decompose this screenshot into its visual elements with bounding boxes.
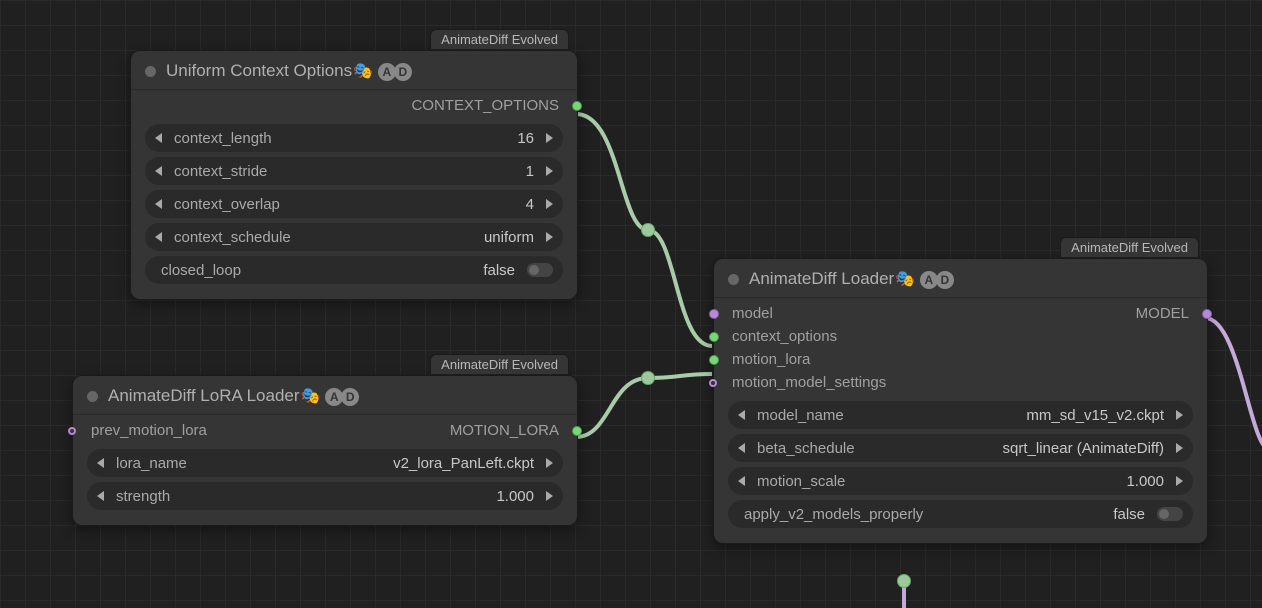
chevron-left-icon[interactable] (97, 458, 104, 468)
input-context-options[interactable]: context_options (714, 325, 1207, 348)
port-dot-icon[interactable] (1202, 309, 1212, 319)
masks-icon: 🎭 (353, 63, 373, 80)
port-dot-icon[interactable] (68, 427, 76, 435)
port-dot-icon[interactable] (572, 426, 582, 436)
node-header[interactable]: AnimateDiff Loader🎭 AD (714, 259, 1207, 297)
masks-icon: 🎭 (895, 271, 915, 288)
port-dot-icon[interactable] (709, 355, 719, 365)
widget-model-name[interactable]: model_name mm_sd_v15_v2.ckpt (728, 401, 1193, 429)
node-category-tag: AnimateDiff Evolved (430, 29, 569, 49)
reroute-dot[interactable] (897, 574, 911, 588)
chevron-right-icon[interactable] (546, 232, 553, 242)
ad-badge-icon: AD (327, 388, 359, 406)
masks-icon: 🎭 (301, 388, 321, 405)
node-header[interactable]: Uniform Context Options🎭 AD (131, 51, 577, 89)
reroute-dot[interactable] (641, 371, 655, 385)
node-header[interactable]: AnimateDiff LoRA Loader🎭 AD (73, 376, 577, 414)
chevron-right-icon[interactable] (1176, 476, 1183, 486)
reroute-dot[interactable] (641, 223, 655, 237)
widget-apply-v2[interactable]: apply_v2_models_properly false (728, 500, 1193, 528)
input-motion-model-settings[interactable]: motion_model_settings (714, 371, 1207, 394)
collapse-toggle[interactable] (87, 391, 98, 402)
widget-motion-scale[interactable]: motion_scale 1.000 (728, 467, 1193, 495)
collapse-toggle[interactable] (145, 66, 156, 77)
toggle-icon[interactable] (527, 263, 553, 277)
output-context-options[interactable]: CONTEXT_OPTIONS (131, 94, 577, 117)
output-motion-lora[interactable]: MOTION_LORA (436, 419, 577, 442)
ad-badge-icon: AD (922, 271, 954, 289)
chevron-left-icon[interactable] (155, 199, 162, 209)
chevron-left-icon[interactable] (155, 166, 162, 176)
chevron-left-icon[interactable] (738, 476, 745, 486)
node-title: AnimateDiff Loader🎭 AD (749, 269, 954, 289)
widget-context-stride[interactable]: context_stride 1 (145, 157, 563, 185)
widget-closed-loop[interactable]: closed_loop false (145, 256, 563, 284)
chevron-right-icon[interactable] (1176, 410, 1183, 420)
chevron-left-icon[interactable] (738, 410, 745, 420)
output-model[interactable]: MODEL (1122, 302, 1207, 325)
chevron-left-icon[interactable] (97, 491, 104, 501)
node-animatediff-loader[interactable]: AnimateDiff Evolved AnimateDiff Loader🎭 … (713, 258, 1208, 544)
chevron-right-icon[interactable] (1176, 443, 1183, 453)
node-category-tag: AnimateDiff Evolved (1060, 237, 1199, 257)
widget-lora-name[interactable]: lora_name v2_lora_PanLeft.ckpt (87, 449, 563, 477)
toggle-icon[interactable] (1157, 507, 1183, 521)
collapse-toggle[interactable] (728, 274, 739, 285)
node-category-tag: AnimateDiff Evolved (430, 354, 569, 374)
node-title: AnimateDiff LoRA Loader🎭 AD (108, 386, 359, 406)
input-motion-lora[interactable]: motion_lora (714, 348, 1207, 371)
chevron-left-icon[interactable] (155, 133, 162, 143)
port-dot-icon[interactable] (709, 309, 719, 319)
port-dot-icon[interactable] (572, 101, 582, 111)
chevron-right-icon[interactable] (546, 199, 553, 209)
chevron-right-icon[interactable] (546, 458, 553, 468)
node-animatediff-lora-loader[interactable]: AnimateDiff Evolved AnimateDiff LoRA Loa… (72, 375, 578, 526)
widget-context-length[interactable]: context_length 16 (145, 124, 563, 152)
chevron-right-icon[interactable] (546, 133, 553, 143)
widget-context-schedule[interactable]: context_schedule uniform (145, 223, 563, 251)
port-dot-icon[interactable] (709, 379, 717, 387)
chevron-right-icon[interactable] (546, 166, 553, 176)
node-title: Uniform Context Options🎭 AD (166, 61, 412, 81)
ad-badge-icon: AD (380, 63, 412, 81)
port-dot-icon[interactable] (709, 332, 719, 342)
chevron-right-icon[interactable] (546, 491, 553, 501)
widget-strength[interactable]: strength 1.000 (87, 482, 563, 510)
widget-beta-schedule[interactable]: beta_schedule sqrt_linear (AnimateDiff) (728, 434, 1193, 462)
chevron-left-icon[interactable] (738, 443, 745, 453)
widget-context-overlap[interactable]: context_overlap 4 (145, 190, 563, 218)
input-prev-motion-lora[interactable]: prev_motion_lora (73, 419, 221, 442)
chevron-left-icon[interactable] (155, 232, 162, 242)
node-uniform-context-options[interactable]: AnimateDiff Evolved Uniform Context Opti… (130, 50, 578, 300)
